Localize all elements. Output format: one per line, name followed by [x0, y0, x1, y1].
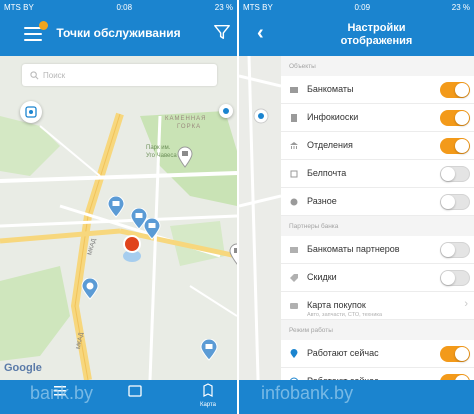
toggle-switch[interactable] — [440, 270, 470, 286]
cluster-pin-icon[interactable] — [81, 278, 99, 300]
map-label: Уго Чавеса — [146, 153, 177, 159]
battery: 23 % — [214, 3, 233, 12]
partner-atm-icon — [290, 247, 298, 253]
toggle-switch[interactable] — [440, 138, 470, 154]
atm-pin-icon[interactable] — [200, 339, 218, 361]
back-icon[interactable]: ‹ — [257, 23, 264, 43]
row-label: Банкоматы партнеров — [307, 244, 400, 254]
toggle-switch[interactable] — [440, 82, 470, 98]
map-preview — [239, 56, 281, 414]
atm-pin-icon[interactable] — [143, 218, 161, 240]
row-label: Работают сейчас — [307, 348, 379, 358]
map-screen: MTS BY 0:08 23 % Точки обслуживания Поис… — [0, 0, 237, 414]
chevron-right-icon: › — [464, 298, 468, 310]
layers-icon — [25, 106, 37, 118]
map-label: КАМЕННАЯ — [165, 116, 207, 122]
watermark: infobank.by — [261, 383, 354, 403]
screenshot: MTS BY 0:08 23 % Точки обслуживания Поис… — [0, 0, 474, 414]
map-label: ГОРКА — [177, 124, 202, 130]
pin-icon — [290, 349, 298, 358]
settings-row[interactable]: Скидки — [281, 264, 474, 292]
atm-pin-icon[interactable] — [107, 196, 125, 218]
title-line1: Настройки — [347, 22, 406, 34]
toggle-switch[interactable] — [440, 194, 470, 210]
time: 0:08 — [116, 3, 133, 12]
row-label: Разное — [307, 196, 337, 206]
toggle-switch[interactable] — [440, 110, 470, 126]
battery: 23 % — [451, 3, 470, 12]
row-label: Белпочта — [307, 168, 347, 178]
settings-list: Объекты Банкоматы Инфокиоски Отделения Белпо… — [281, 56, 474, 414]
page-title: Точки обслуживания — [56, 26, 181, 40]
tab-layers[interactable] — [115, 380, 155, 414]
settings-row[interactable]: Отделения — [281, 132, 474, 160]
toggle-switch[interactable] — [440, 166, 470, 182]
carrier: MTS BY — [4, 3, 34, 12]
search-icon — [30, 70, 39, 79]
layers-icon — [128, 385, 142, 397]
map-strip-canvas — [239, 56, 281, 414]
time: 0:09 — [354, 3, 371, 12]
settings-row[interactable]: Банкоматы партнеров — [281, 236, 474, 264]
settings-row[interactable]: Разное — [281, 188, 474, 216]
page-title: Настройки отображения — [279, 22, 474, 48]
section-header: Режим работы — [281, 320, 474, 340]
status-bar: MTS BY 0:09 23 % — [239, 0, 474, 15]
search-input[interactable]: Поиск — [22, 64, 217, 86]
row-label: Карта покупок — [307, 300, 366, 310]
section-header: Объекты — [281, 56, 474, 76]
toggle-switch[interactable] — [440, 242, 470, 258]
toggle-switch[interactable] — [440, 346, 470, 362]
row-label: Инфокиоски — [307, 112, 359, 122]
header: ‹ Настройки отображения — [239, 15, 474, 56]
settings-row[interactable]: Белпочта — [281, 160, 474, 188]
row-subtitle: Авто, запчасти, СТО, техника — [307, 312, 382, 318]
map-view[interactable]: Поиск КАМЕННАЯ ГОРКА Парк им. Уго Чавеса… — [0, 56, 237, 380]
title-line2: отображения — [340, 35, 413, 47]
settings-screen: MTS BY 0:09 23 % ‹ Настройки отображения… — [239, 0, 474, 414]
map-icon — [203, 383, 213, 397]
branch-pin-icon[interactable] — [176, 146, 194, 168]
user-location-icon — [123, 235, 141, 253]
settings-row[interactable]: Банкоматы — [281, 76, 474, 104]
section-header: Партнеры банка — [281, 216, 474, 236]
google-logo: Google — [4, 362, 42, 374]
bank-icon — [290, 142, 298, 149]
filter-icon[interactable] — [213, 23, 231, 41]
discount-icon — [290, 274, 298, 282]
watermark: bank.by — [30, 383, 94, 403]
post-icon — [290, 170, 298, 178]
row-label: Банкоматы — [307, 84, 354, 94]
layers-button[interactable] — [20, 101, 42, 123]
row-label: Отделения — [307, 140, 353, 150]
tab-map-label: Карта — [199, 402, 217, 408]
row-label: Скидки — [307, 272, 337, 282]
misc-icon — [290, 198, 298, 206]
settings-row[interactable]: Инфокиоски — [281, 104, 474, 132]
card-icon — [290, 303, 298, 309]
settings-row[interactable]: Работают сейчас — [281, 340, 474, 368]
search-placeholder: Поиск — [43, 70, 66, 80]
settings-row[interactable]: Карта покупок Авто, запчасти, СТО, техник… — [281, 292, 474, 320]
carrier: MTS BY — [243, 3, 273, 12]
status-bar: MTS BY 0:08 23 % — [0, 0, 237, 15]
map-label: Парк им. — [146, 145, 171, 151]
header: Точки обслуживания — [0, 15, 237, 56]
tab-map[interactable]: Карта — [188, 380, 228, 414]
location-icon — [223, 108, 229, 114]
atm-icon — [290, 87, 298, 93]
kiosk-icon — [291, 114, 297, 122]
location-button[interactable] — [219, 104, 233, 118]
branch-pin-icon[interactable] — [228, 243, 237, 265]
